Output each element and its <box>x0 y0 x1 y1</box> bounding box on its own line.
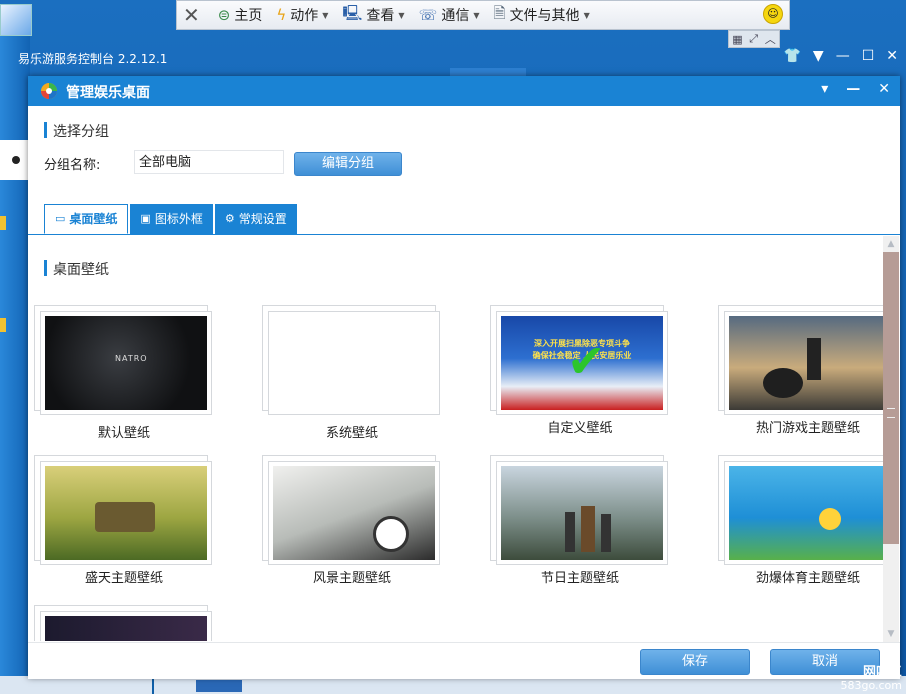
tab-wallpaper[interactable]: ▭ 桌面壁纸 <box>44 204 129 234</box>
scroll-up-icon[interactable]: ▲ <box>883 236 899 252</box>
minimize-icon[interactable]: — <box>846 81 860 97</box>
watermark-line1: 网吧三 <box>862 665 902 680</box>
maximize-icon[interactable]: ☐ <box>862 48 875 64</box>
dialog-title: 管理娱乐桌面 <box>66 85 150 101</box>
gear-icon: ⚙ <box>224 212 235 225</box>
wallpaper-label: 热门游戏主题壁纸 <box>755 421 860 436</box>
parent-app-titlebar: 易乐游服务控制台 2.2.12.1 👕 ▼ — ☐ ✕ <box>14 46 906 70</box>
chevron-down-icon: ▼ <box>322 10 329 20</box>
watermark: 网吧三 583go.com <box>840 666 902 692</box>
close-icon[interactable]: ✕ <box>886 48 898 64</box>
toolbar-files-menu[interactable]: 🗎 文件与其他 ▼ <box>494 3 590 28</box>
toolbar-home-button[interactable]: ⊜ 主页 <box>218 5 263 25</box>
wallpaper-label: 节日主题壁纸 <box>540 571 619 586</box>
toolbar-view-menu[interactable]: 🖳 查看 ▼ <box>342 3 404 28</box>
wallpaper-card[interactable] <box>34 455 214 567</box>
phone-icon: ☏ <box>418 6 438 24</box>
file-icon: 🗎 <box>493 3 506 22</box>
toolbar-view-label: 查看 <box>366 8 395 24</box>
home-icon: ⊜ <box>217 6 231 24</box>
chevron-down-icon: ▼ <box>583 10 590 20</box>
wallpaper-image-text: NATRO <box>115 354 148 363</box>
wallpaper-card-selected[interactable]: 深入开展扫黑除恶专项斗争 确保社会稳定 人民安居乐业 ✔ <box>490 305 670 417</box>
edit-group-button[interactable]: 编辑分组 <box>294 152 402 176</box>
desktop-marker <box>0 216 6 230</box>
watermark-line2: 583go.com <box>840 679 902 692</box>
toolbar-action-menu[interactable]: ϟ 动作 ▼ <box>276 5 328 25</box>
wallpaper-section-title: 桌面壁纸 <box>44 259 109 279</box>
tab-icon-frame[interactable]: ▣ 图标外框 <box>130 204 213 234</box>
wallpaper-card[interactable] <box>262 455 442 567</box>
wallpaper-label: 盛天主题壁纸 <box>84 571 163 586</box>
wallpaper-card[interactable] <box>490 455 670 567</box>
wallpaper-label: 默认壁纸 <box>97 426 150 441</box>
fullscreen-icon[interactable]: ⤢ <box>749 32 758 46</box>
frame-icon: ▣ <box>140 212 151 225</box>
wallpaper-card[interactable] <box>34 605 214 641</box>
wallpaper-card[interactable] <box>718 455 883 567</box>
wallpaper-label: 劲爆体育主题壁纸 <box>755 571 860 586</box>
scroll-down-icon[interactable]: ▼ <box>883 626 899 642</box>
close-icon: ✕ <box>183 3 200 27</box>
parent-active-tab <box>450 68 526 76</box>
minimize-icon[interactable]: — <box>836 48 850 64</box>
group-name-label: 分组名称: <box>44 158 101 173</box>
group-name-field[interactable]: 全部电脑 <box>134 150 284 174</box>
desktop-left-strip <box>0 30 30 694</box>
wallpaper-card[interactable] <box>262 305 442 417</box>
skin-icon[interactable]: 👕 <box>783 48 800 64</box>
parent-app-title: 易乐游服务控制台 2.2.12.1 <box>18 52 168 66</box>
wallpaper-label: 风景主题壁纸 <box>312 571 391 586</box>
radio-dot-icon <box>12 156 20 164</box>
monitor-icon: 🖳 <box>342 3 363 22</box>
chevron-up-icon[interactable]: ︿ <box>765 31 776 47</box>
scroll-thumb[interactable] <box>883 252 899 544</box>
save-button[interactable]: 保存 <box>640 649 750 675</box>
chevron-down-icon: ▼ <box>473 10 480 20</box>
app-logo-icon <box>41 83 57 99</box>
toolbar-comm-label: 通信 <box>441 8 470 24</box>
dialog-footer: 保存 取消 <box>28 642 900 679</box>
toolbar-close-button[interactable]: ✕ <box>183 3 204 27</box>
menu-dropdown-icon[interactable]: ▼ <box>813 48 824 64</box>
remote-toolbar: ✕ ⊜ 主页 ϟ 动作 ▼ 🖳 查看 ▼ ☏ 通信 ▼ 🗎 文件与其他 ▼ ☺ <box>176 0 790 30</box>
toolbar-files-label: 文件与其他 <box>509 8 580 24</box>
wallpaper-panel: 桌面壁纸 NATRO 默认壁纸 系统壁纸 深入开展扫黑除恶专项斗争 确保社会稳定… <box>28 235 883 641</box>
dropdown-icon[interactable]: ▾ <box>821 81 828 97</box>
toolbar-home-label: 主页 <box>234 8 263 24</box>
manage-desktop-dialog: 管理娱乐桌面 ▾ — ✕ 选择分组 分组名称: 全部电脑 编辑分组 ▭ 桌面壁纸… <box>28 76 900 679</box>
smiley-icon[interactable]: ☺ <box>763 4 783 24</box>
wallpaper-label: 自定义壁纸 <box>547 421 613 436</box>
vertical-scrollbar[interactable]: ▲ ▼ <box>883 236 899 642</box>
close-icon[interactable]: ✕ <box>878 81 890 97</box>
tab-label: 图标外框 <box>154 212 203 226</box>
tab-general-settings[interactable]: ⚙ 常规设置 <box>214 204 297 234</box>
wallpaper-label: 系统壁纸 <box>325 426 378 441</box>
grid-icon[interactable]: ▦ <box>732 33 742 46</box>
tab-bar: ▭ 桌面壁纸 ▣ 图标外框 ⚙ 常规设置 <box>44 204 297 234</box>
group-section-title: 选择分组 <box>44 121 109 141</box>
desktop-shortcut-icon[interactable] <box>0 4 32 36</box>
wallpaper-icon: ▭ <box>55 212 66 225</box>
chevron-down-icon: ▼ <box>398 10 405 20</box>
dialog-titlebar: 管理娱乐桌面 ▾ — ✕ <box>28 76 900 106</box>
tab-label: 桌面壁纸 <box>69 212 118 226</box>
wallpaper-card[interactable] <box>718 305 883 417</box>
checkmark-icon: ✔ <box>567 334 606 388</box>
toolbar-action-label: 动作 <box>290 8 319 24</box>
wallpaper-card[interactable]: NATRO <box>34 305 214 417</box>
desktop-marker <box>0 318 6 332</box>
tab-label: 常规设置 <box>238 212 287 226</box>
toolbar-comm-menu[interactable]: ☏ 通信 ▼ <box>419 5 480 25</box>
lightning-icon: ϟ <box>276 6 287 24</box>
